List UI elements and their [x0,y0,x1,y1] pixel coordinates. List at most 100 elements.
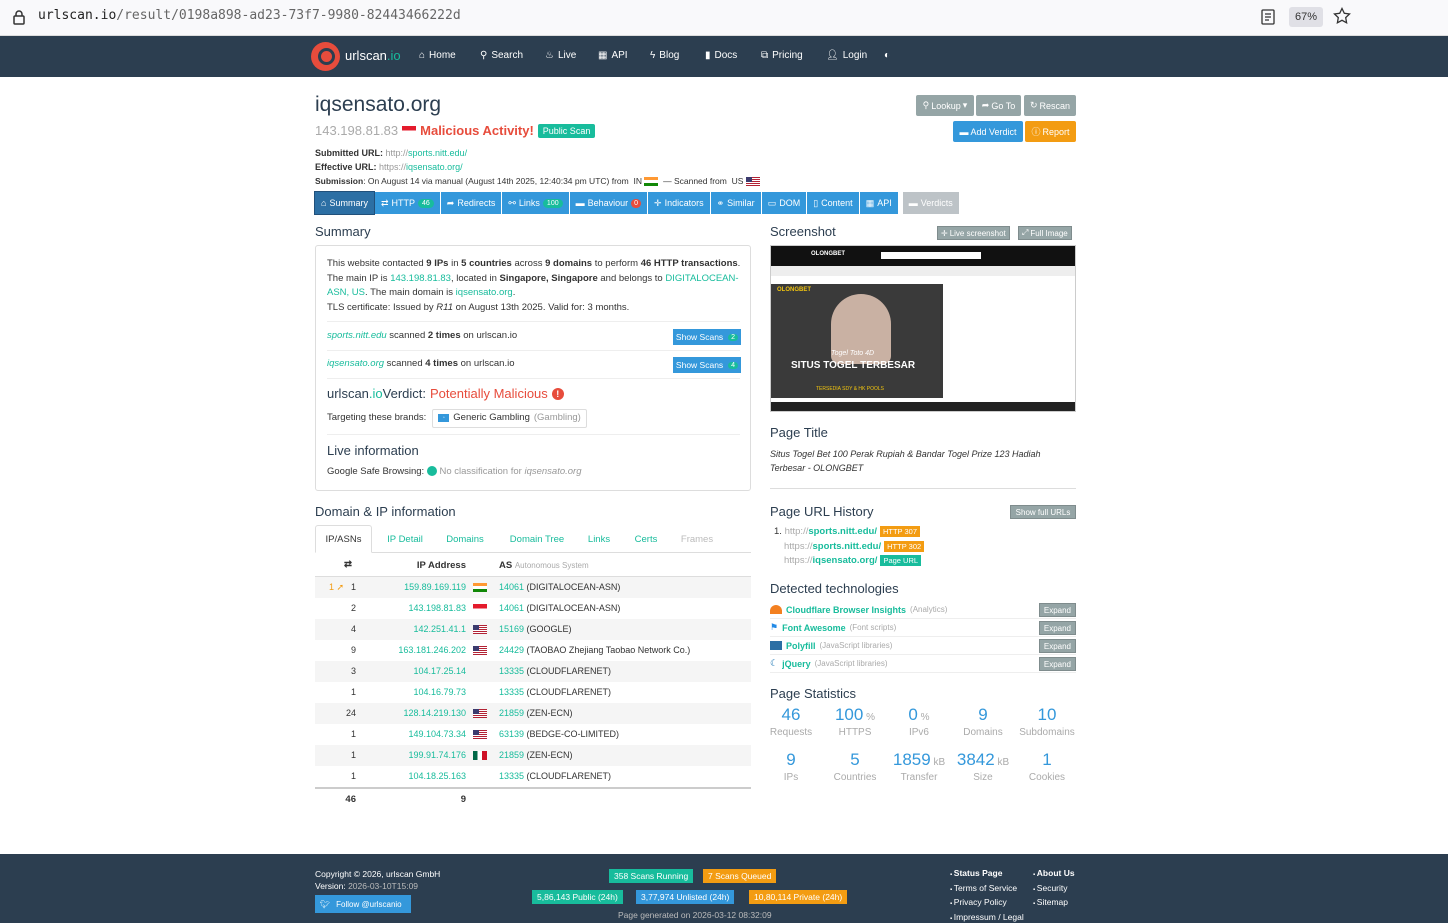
private-scans-badge[interactable]: 10,80,114 Private (24h) [749,890,848,904]
divider [327,350,740,351]
nav-login[interactable]: 👤︎ Login [826,50,867,61]
request-count: 1 [350,729,356,739]
page-screenshot[interactable]: OLONGBET OLONGBET Togel Toto 4D SITUS TO… [770,245,1076,412]
table-row: 9 163.181.246.202 24429 (TAOBAO Zhejiang T… [315,640,751,661]
sitemap-link[interactable]: Sitemap [1033,896,1075,911]
tab-links[interactable]: Links [581,525,617,553]
expand-button[interactable]: Expand [1038,621,1076,635]
about-link[interactable]: About Us [1033,867,1075,882]
show-scans-button-1[interactable]: Show Scans 2 [673,329,741,345]
home-icon: ⌂ [321,198,327,208]
expand-button[interactable]: Expand [1038,657,1076,671]
report-button[interactable]: ⓘ Report [1025,121,1076,142]
rescan-button[interactable]: ↻ Rescan [1024,95,1076,116]
ip-address-link[interactable]: 104.16.79.73 [413,687,466,697]
in-flag-icon [473,583,487,592]
ip-address-link[interactable]: 199.91.74.176 [408,750,466,760]
external-link-icon: ⧉ [761,50,769,61]
impressum-link[interactable]: Impressum / Legal [950,911,1024,923]
tab-ip-asns[interactable]: IP/ASNs [315,525,372,553]
urlscan-logo-icon[interactable] [311,42,340,71]
lookup-button[interactable]: ⚲ Lookup ▾ [916,95,974,116]
search-icon: ⚲ [922,100,930,110]
tab-certs[interactable]: Certs [625,525,667,553]
nav-search[interactable]: ⚲ Search [480,50,523,61]
twitter-follow-button[interactable]: 🐦︎ Follow @urlscanio [315,895,411,913]
ip-address-link[interactable]: 104.18.25.163 [408,771,466,781]
bookmark-star-icon[interactable] [1333,7,1351,25]
tab-dom[interactable]: ▭ DOM [761,192,807,214]
reader-view-icon[interactable] [1260,9,1276,25]
live-screenshot-button[interactable]: ✛ Live screenshot [937,226,1010,240]
nav-blog[interactable]: ϟ Blog [650,50,679,61]
nav-api[interactable]: ▦ API [598,50,628,61]
address-bar[interactable]: urlscan.io/result/0198a898-ad23-73f7-998… [38,8,461,23]
tab-frames[interactable]: Frames [673,525,721,553]
tab-api[interactable]: ▦ API [859,192,898,214]
nav-pricing[interactable]: ⧉ Pricing [761,50,803,61]
brand-pill[interactable]: ▫ Generic Gambling (Gambling) [432,409,587,428]
stat-requests: 46 Requests [769,705,813,738]
domain-ip-heading: Domain & IP information [315,504,456,519]
ip-address-link[interactable]: 159.89.169.119 [404,582,466,592]
tab-indicators[interactable]: ✛ Indicators [648,192,710,214]
show-scans-button-2[interactable]: Show Scans 4 [673,357,741,373]
file-icon: ▯ [813,197,819,208]
ip-address-link[interactable]: 142.251.41.1 [413,624,466,634]
theme-toggle[interactable]: ◐ [884,50,890,61]
scans-running-badge[interactable]: 358 Scans Running [609,869,694,883]
twitter-icon: 🐦︎ [320,899,331,909]
browser-toolbar: urlscan.io/result/0198a898-ad23-73f7-998… [0,0,1448,36]
exchange-icon: ⇄ [344,559,352,570]
as-info: 14061 (DIGITALOCEAN-ASN) [499,582,621,592]
tab-behaviour[interactable]: ▬ Behaviour 0 [569,192,648,214]
us-flag-icon [473,646,487,655]
add-verdict-button[interactable]: ▬ Add Verdict [953,121,1023,142]
public-scans-badge[interactable]: 5,86,143 Public (24h) [532,890,623,904]
brand-name[interactable]: urlscan.io [345,48,401,63]
banner-image: OLONGBET Togel Toto 4D SITUS TOGEL TERBE… [771,284,943,398]
copyright: Copyright © 2026, urlscan GmbH [315,869,441,879]
lock-icon[interactable] [12,9,26,25]
status-page-link[interactable]: Status Page [950,867,1024,882]
nav-docs[interactable]: ▮ Docs [705,50,737,61]
tab-http[interactable]: ⇄ HTTP 46 [374,192,440,214]
tab-summary[interactable]: ⌂ Summary [314,191,375,215]
result-tabs: ⌂ Summary ⇄ HTTP 46 ➦ Redirects ⚯ Links 100 ▬ B… [314,191,959,215]
ip-address-link[interactable]: 143.198.81.83 [408,603,466,613]
nav-live[interactable]: ♨ Live [545,50,576,61]
tab-similar[interactable]: ⚭ Similar [710,192,761,214]
tab-content[interactable]: ▯ Content [807,192,859,214]
tab-links[interactable]: ⚯ Links 100 [502,192,569,214]
main-ip[interactable]: 143.198.81.83 [315,123,398,138]
as-info: 13335 (CLOUDFLARENET) [499,771,612,781]
zoom-level[interactable]: 67% [1289,7,1323,27]
security-link[interactable]: Security [1033,882,1075,897]
show-full-urls-button[interactable]: Show full URLs [1010,505,1076,519]
goto-button[interactable]: ➦ Go To [976,95,1021,116]
scans-queued-badge[interactable]: 7 Scans Queued [703,869,777,883]
request-count: 3 [350,666,356,676]
terms-link[interactable]: Terms of Service [950,882,1024,897]
tab-redirects[interactable]: ➦ Redirects [440,192,502,214]
ip-address-link[interactable]: 104.17.25.14 [413,666,466,676]
bolt-icon: ϟ [650,50,656,61]
stat-ipv6: 0 % IPv6 [908,705,930,738]
privacy-link[interactable]: Privacy Policy [950,896,1024,911]
ip-address-link[interactable]: 163.181.246.202 [398,645,466,655]
unlisted-scans-badge[interactable]: 3,77,974 Unlisted (24h) [636,890,735,904]
as-info: 21859 (ZEN-ECN) [499,708,573,718]
expand-button[interactable]: Expand [1038,603,1076,617]
expand-button[interactable]: Expand [1038,639,1076,653]
request-count: 2 [350,603,356,613]
full-image-button[interactable]: ⤢ Full Image [1018,226,1072,240]
url-history-item: https://sports.nitt.edu/HTTP 302 [784,541,925,552]
tab-domain-tree[interactable]: Domain Tree [499,525,575,553]
ip-address-link[interactable]: 128.14.219.130 [403,708,466,718]
tab-ip-detail[interactable]: IP Detail [375,525,435,553]
nav-home[interactable]: ⌂ Home [419,50,456,61]
tab-domains[interactable]: Domains [437,525,493,553]
ip-address-link[interactable]: 149.104.73.34 [408,729,466,739]
home-icon: ⌂ [419,50,426,61]
tab-verdicts[interactable]: ▬ Verdicts [902,192,959,214]
